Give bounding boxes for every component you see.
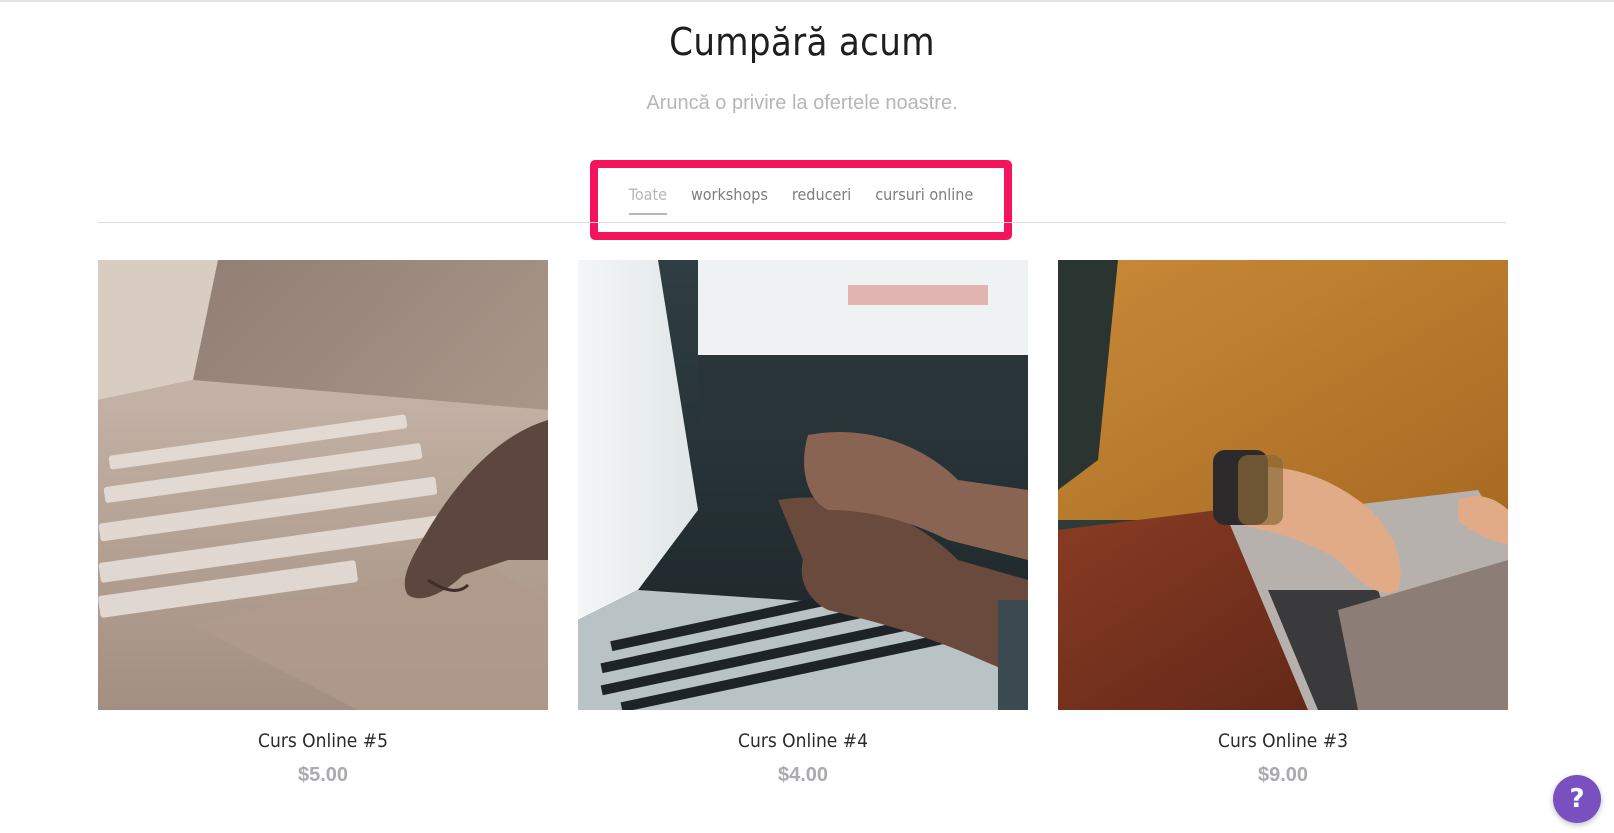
tab-workshops[interactable]: workshops — [691, 168, 768, 213]
filter-tabs: Toate workshops reduceri cursuri online — [598, 168, 1004, 224]
product-price: $9.00 — [1257, 764, 1309, 786]
product-image-laptop-typing[interactable] — [578, 260, 1028, 710]
filter-divider — [98, 222, 1506, 223]
tab-cursuri-online[interactable]: cursuri online — [875, 168, 973, 213]
page-subtitle: Aruncă o privire la ofertele noastre. — [646, 92, 958, 114]
laptop-typing-photo — [578, 260, 1028, 710]
product-price: $4.00 — [777, 764, 829, 786]
product-name[interactable]: Curs Online #5 — [98, 730, 548, 752]
help-button[interactable]: ? — [1553, 775, 1601, 823]
product-price: $5.00 — [297, 764, 349, 786]
tab-reduceri[interactable]: reduceri — [792, 168, 851, 213]
woman-laptop-photo — [1058, 260, 1508, 710]
product-image-laptop-touchpad[interactable] — [98, 260, 548, 710]
product-image-woman-laptop[interactable] — [1058, 260, 1508, 710]
product-name[interactable]: Curs Online #3 — [1058, 730, 1508, 752]
product-name[interactable]: Curs Online #4 — [578, 730, 1028, 752]
top-border — [0, 0, 1614, 2]
tab-toate[interactable]: Toate — [628, 168, 667, 215]
product-card[interactable]: Curs Online #5 $5.00 — [98, 260, 548, 787]
product-card[interactable]: Curs Online #4 $4.00 — [578, 260, 1028, 787]
laptop-touchpad-photo — [98, 260, 548, 710]
page-title: Cumpără acum — [669, 20, 935, 64]
product-card[interactable]: Curs Online #3 $9.00 — [1058, 260, 1508, 787]
